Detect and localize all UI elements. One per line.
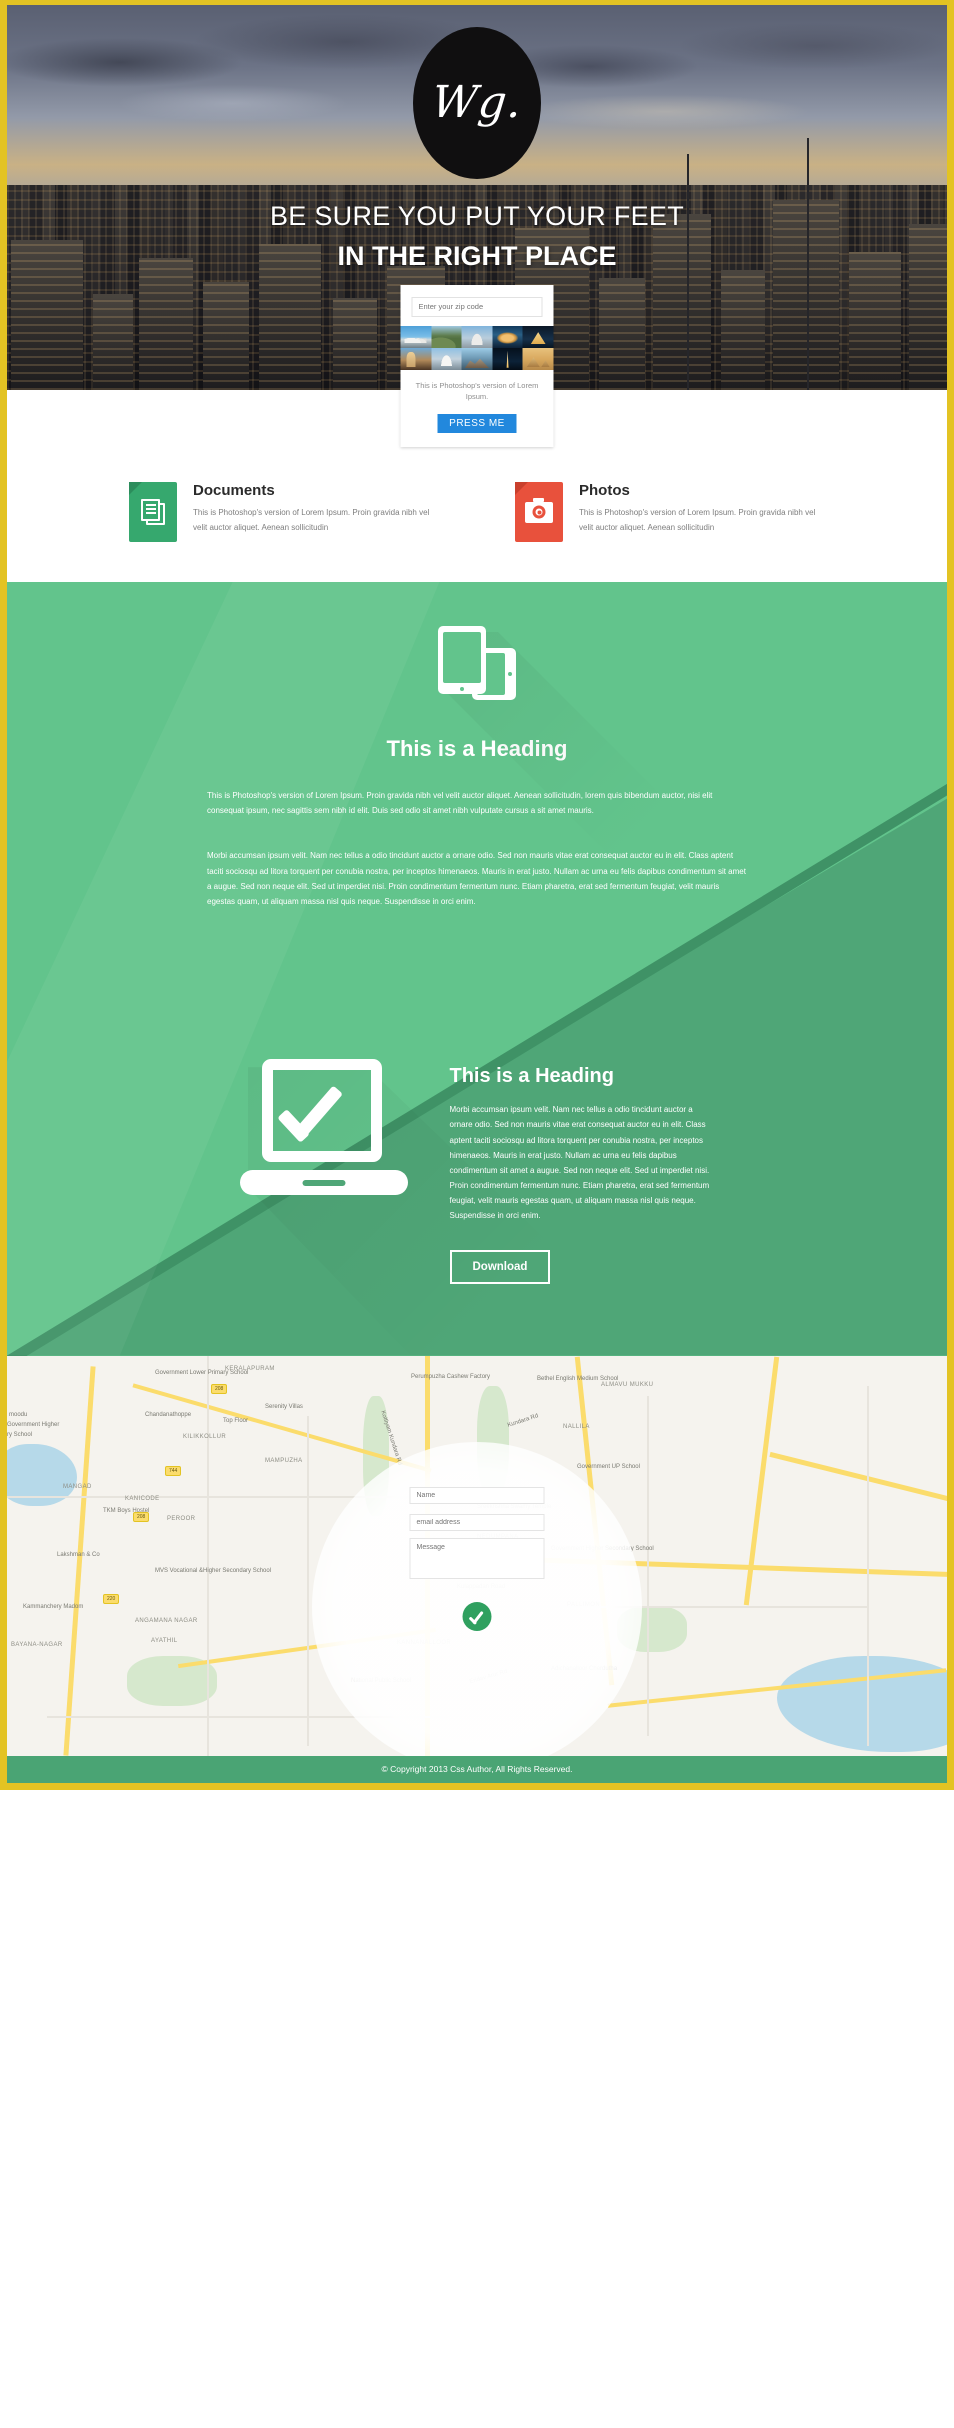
map-label: Government Higher	[7, 1421, 60, 1428]
map-label: Kammanchery Madom	[23, 1603, 84, 1610]
brand-logo[interactable]: Wg.	[413, 27, 541, 179]
landmark-photo-grid	[400, 325, 554, 370]
map-label: PEROOR	[167, 1515, 196, 1522]
green-section-paragraph-2: Morbi accumsan ipsum velit. Nam nec tell…	[207, 851, 746, 906]
map-label: Chandanathoppe	[145, 1411, 192, 1418]
map-label: MANGAD	[63, 1483, 92, 1490]
map-label: Kundara Rd	[506, 1412, 540, 1429]
contact-name-input[interactable]	[409, 1486, 545, 1504]
contact-email-input[interactable]	[409, 1513, 545, 1531]
route-shield: 220	[103, 1593, 120, 1604]
map-label: ANGAMANA NAGAR	[135, 1617, 198, 1624]
giza-pyramids-photo	[522, 347, 554, 370]
mountain-forest-photo	[431, 325, 462, 348]
route-shield: 744	[165, 1465, 182, 1476]
map-label: Top Floor	[223, 1417, 249, 1424]
signup-card: This is Photoshop's version of Lorem Ips…	[400, 285, 554, 447]
sydney-opera-house-photo	[400, 325, 432, 348]
feature-text: This is Photoshop's version of Lorem Ips…	[579, 508, 816, 532]
hero-headline: BE SURE YOU PUT YOUR FEET IN THE RIGHT P…	[7, 201, 947, 272]
feature-photos: Photos This is Photoshop's version of Lo…	[515, 482, 825, 542]
contact-form	[409, 1484, 545, 1631]
landing-page: Wg. BE SURE YOU PUT YOUR FEET IN THE RIG…	[7, 5, 947, 1783]
contact-submit-button[interactable]	[462, 1601, 492, 1631]
thai-temple-photo	[400, 347, 432, 370]
feature-title: Documents	[193, 482, 275, 499]
map-label: KILIKKOLLUR	[183, 1433, 227, 1440]
green-section-heading: This is a Heading	[386, 736, 568, 761]
map-label: MVS Vocational &Higher Secondary School	[155, 1567, 272, 1574]
map-label: MAMPUZHA	[265, 1457, 303, 1464]
map-label: ry School	[7, 1431, 33, 1438]
tablet-and-phone-icon	[438, 626, 772, 962]
hero-headline-line2: IN THE RIGHT PLACE	[337, 241, 617, 271]
brand-logo-text: Wg.	[429, 77, 525, 128]
green-section-paragraph-1: This is Photoshop's version of Lorem Ips…	[207, 791, 713, 816]
map-label: NALLILA	[563, 1423, 590, 1430]
louvre-pyramid-photo	[522, 325, 554, 348]
map-label: ALMAVU MUKKU	[601, 1381, 654, 1388]
map-label: moodu	[9, 1411, 28, 1418]
feature-text: This is Photoshop's version of Lorem Ips…	[193, 508, 430, 532]
map-label: Lakshman & Co	[57, 1551, 100, 1558]
taj-mahal-photo	[431, 347, 462, 370]
photos-camera-icon	[515, 482, 563, 542]
signup-card-note: This is Photoshop's version of Lorem Ips…	[415, 380, 539, 402]
sacre-coeur-photo	[461, 325, 493, 348]
hero-headline-line1: BE SURE YOU PUT YOUR FEET	[269, 201, 685, 231]
map-label: KERALAPURAM	[225, 1365, 275, 1372]
map-label: Perumpuzha Cashew Factory	[411, 1373, 491, 1380]
route-shield: 208	[211, 1383, 228, 1394]
download-section: This is a Heading Morbi accumsan ipsum v…	[7, 1029, 947, 1356]
feature-title: Photos	[579, 482, 630, 499]
colosseum-photo	[492, 325, 523, 348]
map-label: Serenity Villas	[265, 1403, 303, 1410]
map-label: KANICODE	[125, 1495, 160, 1502]
mountain-lake-photo	[461, 347, 493, 370]
map-label: Government UP School	[577, 1463, 640, 1470]
eiffel-tower-photo	[492, 347, 523, 370]
map-contact-section[interactable]: Government Lower Primary School KERALAPU…	[7, 1355, 947, 1756]
map-label: AYATHIL	[151, 1637, 178, 1644]
feature-documents: Documents This is Photoshop's version of…	[129, 482, 439, 542]
documents-file-icon	[129, 482, 177, 542]
footer-copyright: © Copyright 2013 Css Author, All Rights …	[381, 1764, 573, 1775]
zip-code-input[interactable]	[411, 296, 543, 317]
route-shield: 208	[133, 1511, 150, 1522]
contact-message-input[interactable]	[409, 1537, 545, 1579]
download-section-heading: This is a Heading	[449, 1065, 614, 1088]
map-label: BAYANA-NAGAR	[11, 1641, 63, 1648]
green-feature-section: This is a Heading This is Photoshop's ve…	[7, 582, 947, 1356]
press-me-button[interactable]: PRESS ME	[437, 413, 517, 433]
laptop-checkmark-icon	[239, 1059, 678, 1356]
site-footer: © Copyright 2013 Css Author, All Rights …	[7, 1755, 947, 1783]
